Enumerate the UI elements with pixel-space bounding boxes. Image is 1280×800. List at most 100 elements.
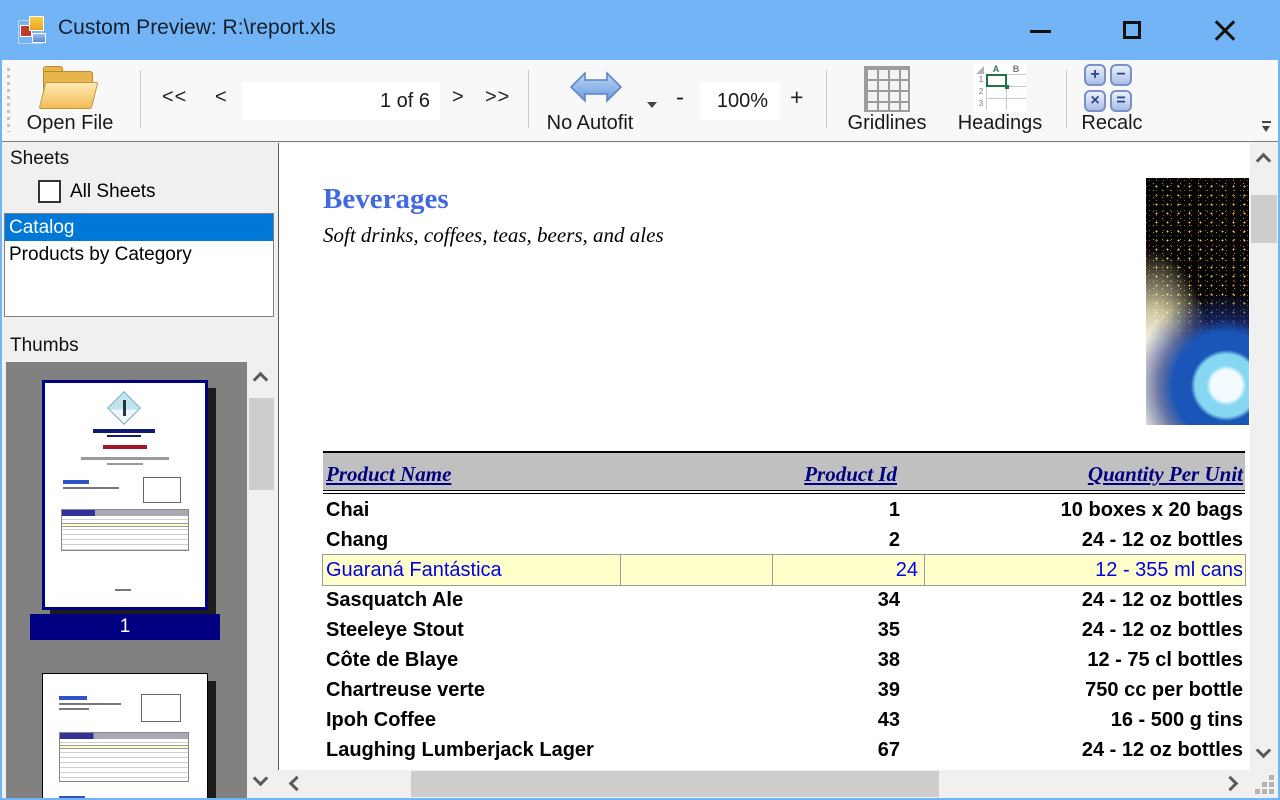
product-table: Product Name Product Id Quantity Per Uni… [323,451,1245,765]
all-sheets-label: All Sheets [70,181,156,203]
resize-grip[interactable] [1269,789,1274,794]
prev-page-button[interactable]: < [215,86,228,109]
cell-product-id: 38 [773,649,925,672]
recalc-icon: +−×= [1084,64,1134,114]
toolbar-separator [1066,70,1067,128]
thumb-table-art [61,509,189,551]
scrollbar-thumb[interactable] [1251,195,1277,243]
sheet-list: Catalog Products by Category [4,213,274,317]
table-row: Chai110 boxes x 20 bags [323,495,1245,525]
next-page-button[interactable]: > [452,86,465,109]
table-row: Chang 224 - 12 oz bottles [323,525,1245,555]
preview-horizontal-scrollbar[interactable] [279,770,1250,798]
all-sheets-checkbox[interactable] [38,180,61,203]
open-file-label: Open File [18,112,122,135]
table-row: Guaraná Fantástica 2412 - 355 ml cans [323,555,1245,585]
scroll-left-icon[interactable] [289,776,305,792]
scroll-down-icon[interactable] [1256,743,1272,759]
cell-product-name: Laughing Lumberjack Lager [323,739,621,762]
thumb-art [63,487,119,489]
thumbnails-scrollbar[interactable] [247,362,276,798]
thumb-art [59,696,87,700]
scrollbar-thumb[interactable] [249,398,274,490]
toolbar-grip[interactable] [7,68,10,132]
close-button[interactable] [1202,8,1246,52]
last-page-button[interactable]: >> [485,86,510,109]
cell-quantity-per-unit: 12 - 75 cl bottles [925,649,1245,672]
page-indicator-input[interactable]: 1 of 6 [242,82,440,120]
headings-icon: AB 123 [974,64,1026,112]
cell-product-name: Chartreuse verte [323,679,621,702]
cell-product-name: Chai [323,499,621,522]
cell-product-name: Chang [323,529,621,552]
column-header-quantity-per-unit: Quantity Per Unit [925,462,1245,490]
table-row: Ipoh Coffee4316 - 500 g tins [323,705,1245,735]
cell-product-id: 24 [773,555,925,585]
column-header-product-id: Product Id [773,462,925,490]
cell-product-id: 35 [773,619,925,642]
scroll-up-icon[interactable] [253,372,269,388]
headings-label: Headings [944,112,1056,135]
cell-spacer [621,555,773,585]
table-row: Laughing Lumberjack Lager6724 - 12 oz bo… [323,735,1245,765]
cell-product-name: Côte de Blaye [323,649,621,672]
cell-quantity-per-unit: 24 - 12 oz bottles [925,619,1245,642]
header-double-rule [323,493,1245,494]
scrollbar-thumb[interactable] [411,771,939,797]
northwind-logo-art [107,391,141,425]
scroll-up-icon[interactable] [1256,153,1272,169]
toolbar-separator [826,70,827,128]
cell-quantity-per-unit: 12 - 355 ml cans [925,559,1245,582]
maximize-button[interactable] [1110,8,1154,52]
cell-quantity-per-unit: 750 cc per bottle [925,679,1245,702]
sheet-item-catalog[interactable]: Catalog [5,214,273,241]
thumb-art [59,796,85,798]
table-row: Chartreuse verte 39750 cc per bottle [323,675,1245,705]
sidebar: Sheets All Sheets Catalog Products by Ca… [2,143,276,798]
gridlines-icon [864,66,910,112]
maximize-icon [1123,21,1141,39]
minimize-button[interactable] [1018,8,1062,52]
column-header-product-name: Product Name [323,462,621,490]
product-table-header: Product Name Product Id Quantity Per Uni… [323,451,1245,491]
chevron-down-icon [1262,126,1270,132]
thumbnail-page-2[interactable] [42,673,208,798]
thumb-art [103,445,147,449]
thumbnail-page-number: 1 [30,614,220,640]
cell-product-id: 2 [773,529,925,552]
zoom-value-input[interactable]: 100% [700,82,780,120]
thumb-art [107,463,143,465]
thumb-art [107,435,141,437]
app-window: Custom Preview: R:\report.xls Open File … [0,0,1280,800]
cell-quantity-per-unit: 24 - 12 oz bottles [925,529,1245,552]
sheet-item-products-by-category[interactable]: Products by Category [5,241,273,268]
recalc-label: Recalc [1070,112,1154,135]
thumb-image-art [143,477,181,503]
sheets-label: Sheets [10,148,69,170]
gridlines-label: Gridlines [836,112,938,135]
zoom-out-button[interactable]: - [676,84,685,112]
category-image [1146,178,1249,425]
preview-vertical-scrollbar[interactable] [1250,143,1278,770]
thumbnails-panel: 1 [6,362,276,798]
autofit-dropdown-caret-icon[interactable] [647,102,657,108]
cell-product-name: Steeleye Stout [323,619,621,642]
cell-product-name: Guaraná Fantástica [323,555,621,585]
cell-product-id: 39 [773,679,925,702]
zoom-in-button[interactable]: + [790,84,804,111]
product-table-body: Chai110 boxes x 20 bagsChang224 - 12 oz … [323,495,1245,765]
toolbar-overflow-button[interactable] [1260,121,1274,135]
scroll-right-icon[interactable] [1223,776,1239,792]
thumb-art [63,480,89,484]
thumb-art [93,429,155,433]
cell-quantity-per-unit: 10 boxes x 20 bags [925,499,1245,522]
app-icon [18,14,50,46]
scroll-down-icon[interactable] [253,771,269,787]
thumbnail-page-1[interactable] [42,380,208,610]
autofit-arrows-icon [568,64,624,110]
cell-product-name: Sasquatch Ale [323,589,621,612]
thumb-art [59,703,121,705]
table-row: Côte de Blaye 3812 - 75 cl bottles [323,645,1245,675]
titlebar: Custom Preview: R:\report.xls [0,0,1280,60]
first-page-button[interactable]: << [162,86,187,109]
